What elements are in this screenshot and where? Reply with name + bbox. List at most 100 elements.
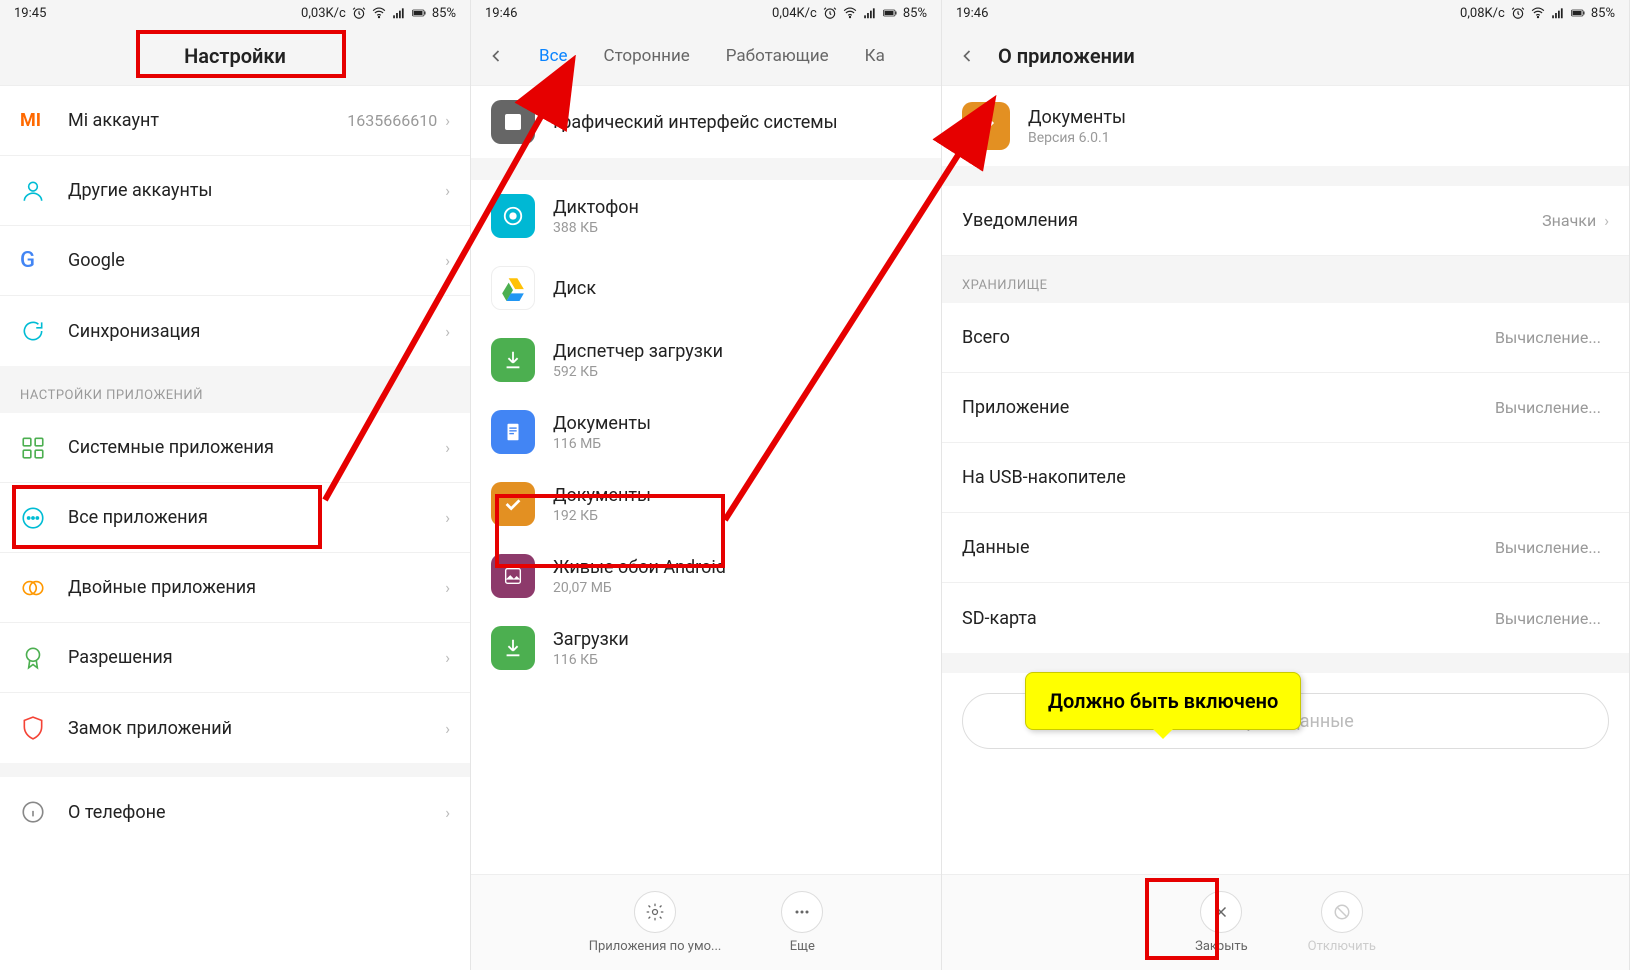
annotation-tooltip: Должно быть включено xyxy=(1025,672,1301,730)
gear-icon xyxy=(645,902,665,922)
app-docs-google[interactable]: Документы116 МБ xyxy=(471,396,941,468)
chevron-right-icon: › xyxy=(445,578,450,597)
status-time: 19:45 xyxy=(14,6,46,21)
info-icon xyxy=(20,799,46,825)
bottom-bar: Закрыть Отключить xyxy=(942,874,1629,970)
panel-app-info: 19:46 0,08K/c 85% О приложении Документы… xyxy=(942,0,1630,970)
tab-cache[interactable]: Ка xyxy=(847,46,903,66)
signal-icon xyxy=(863,6,877,20)
signal-icon xyxy=(1551,6,1565,20)
app-drive[interactable]: Диск xyxy=(471,252,941,324)
page-title: Настройки xyxy=(0,44,470,68)
check-icon xyxy=(491,482,535,526)
row-sdcard[interactable]: SD-карта Вычисление... xyxy=(942,583,1629,653)
app-icon xyxy=(491,194,535,238)
app-live-wallpapers[interactable]: Живые обои Android20,07 МБ xyxy=(471,540,941,612)
row-sync[interactable]: Синхронизация › xyxy=(0,296,470,366)
chevron-left-icon xyxy=(957,46,977,66)
docs-icon xyxy=(491,410,535,454)
download-icon xyxy=(491,338,535,382)
chevron-right-icon: › xyxy=(445,322,450,341)
grid-icon xyxy=(20,435,46,461)
status-speed: 0,03K/c xyxy=(301,6,346,21)
status-bar: 19:46 0,08K/c 85% xyxy=(942,0,1629,26)
chevron-right-icon: › xyxy=(445,803,450,822)
row-google[interactable]: G Google › xyxy=(0,226,470,296)
row-about-phone[interactable]: О телефоне › xyxy=(0,777,470,847)
app-download-manager[interactable]: Диспетчер загрузки592 КБ xyxy=(471,324,941,396)
download-icon xyxy=(491,626,535,670)
tab-running[interactable]: Работающие xyxy=(708,46,847,66)
row-dual-apps[interactable]: Двойные приложения › xyxy=(0,553,470,623)
wifi-icon xyxy=(843,6,857,20)
section-storage: ХРАНИЛИЩЕ xyxy=(942,256,1629,303)
panel-all-apps: 19:46 0,04K/c 85% Все Сторонние Работающ… xyxy=(471,0,942,970)
chevron-right-icon: › xyxy=(445,111,450,130)
chevron-right-icon: › xyxy=(1604,211,1609,230)
tab-thirdparty[interactable]: Сторонние xyxy=(586,46,708,66)
status-battery: 85% xyxy=(1591,6,1615,21)
row-all-apps[interactable]: Все приложения › xyxy=(0,483,470,553)
battery-icon xyxy=(883,6,897,20)
app-downloads[interactable]: Загрузки116 КБ xyxy=(471,612,941,684)
app-recorder[interactable]: Диктофон388 КБ xyxy=(471,180,941,252)
row-notifications[interactable]: Уведомления Значки › xyxy=(942,186,1629,256)
signal-icon xyxy=(392,6,406,20)
panel-settings: 19:45 0,03K/c 85% Настройки MI Mi аккаун… xyxy=(0,0,471,970)
tab-all[interactable]: Все xyxy=(521,46,586,66)
chevron-right-icon: › xyxy=(445,251,450,270)
chevron-right-icon: › xyxy=(445,508,450,527)
sync-icon xyxy=(20,318,46,344)
app-docs-miui[interactable]: Документы192 КБ xyxy=(471,468,941,540)
check-icon xyxy=(962,102,1010,150)
status-battery: 85% xyxy=(903,6,927,21)
row-permissions[interactable]: Разрешения › xyxy=(0,623,470,693)
shield-icon xyxy=(20,715,46,741)
close-button[interactable]: Закрыть xyxy=(1195,891,1248,954)
row-total[interactable]: Всего Вычисление... xyxy=(942,303,1629,373)
header: О приложении xyxy=(942,26,1629,86)
chevron-right-icon: › xyxy=(445,181,450,200)
wifi-icon xyxy=(372,6,386,20)
header: Настройки xyxy=(0,26,470,86)
app-icon xyxy=(491,100,535,144)
more-button[interactable]: Еще xyxy=(781,891,823,954)
back-button[interactable] xyxy=(471,46,521,66)
more-circle-icon xyxy=(20,505,46,531)
row-usb[interactable]: На USB-накопителе xyxy=(942,443,1629,513)
bottom-bar: Приложения по умо... Еще xyxy=(471,874,941,970)
chevron-right-icon: › xyxy=(445,648,450,667)
status-speed: 0,08K/c xyxy=(1460,6,1505,21)
row-other-accounts[interactable]: Другие аккаунты › xyxy=(0,156,470,226)
row-app[interactable]: Приложение Вычисление... xyxy=(942,373,1629,443)
chevron-left-icon xyxy=(486,46,506,66)
row-data[interactable]: Данные Вычисление... xyxy=(942,513,1629,583)
badge-icon xyxy=(20,645,46,671)
row-system-apps[interactable]: Системные приложения › xyxy=(0,413,470,483)
app-system-ui[interactable]: Графический интерфейс системы xyxy=(471,86,941,158)
section-header: НАСТРОЙКИ ПРИЛОЖЕНИЙ xyxy=(0,366,470,413)
status-speed: 0,04K/c xyxy=(772,6,817,21)
google-icon: G xyxy=(20,248,35,273)
default-apps-button[interactable]: Приложения по умо... xyxy=(589,891,722,954)
alarm-icon xyxy=(823,6,837,20)
page-title: О приложении xyxy=(992,44,1135,68)
alarm-icon xyxy=(1511,6,1525,20)
disable-icon xyxy=(1333,903,1351,921)
drive-icon xyxy=(491,266,535,310)
mi-logo-icon: MI xyxy=(20,110,41,131)
battery-icon xyxy=(412,6,426,20)
status-bar: 19:45 0,03K/c 85% xyxy=(0,0,470,26)
row-mi-account[interactable]: MI Mi аккаунт 1635666610 › xyxy=(0,86,470,156)
app-info-header: Документы Версия 6.0.1 xyxy=(942,86,1629,166)
chevron-right-icon: › xyxy=(445,438,450,457)
status-time: 19:46 xyxy=(485,6,517,21)
row-app-lock[interactable]: Замок приложений › xyxy=(0,693,470,763)
header-tabs: Все Сторонние Работающие Ка xyxy=(471,26,941,86)
close-icon xyxy=(1212,903,1230,921)
alarm-icon xyxy=(352,6,366,20)
person-icon xyxy=(20,178,46,204)
back-button[interactable] xyxy=(942,46,992,66)
status-bar: 19:46 0,04K/c 85% xyxy=(471,0,941,26)
disable-button[interactable]: Отключить xyxy=(1308,891,1376,954)
